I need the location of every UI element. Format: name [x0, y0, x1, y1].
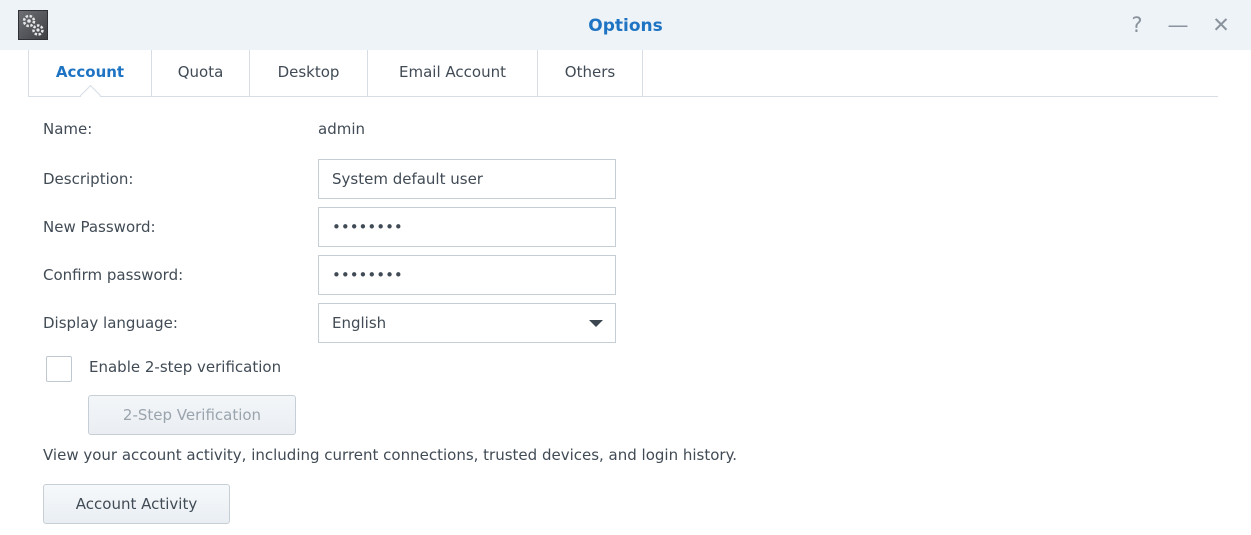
display-language-value: English	[332, 314, 387, 332]
description-label: Description:	[43, 170, 134, 188]
new-password-field[interactable]: ••••••••	[318, 207, 616, 247]
account-activity-button[interactable]: Account Activity	[43, 484, 230, 524]
display-language-select[interactable]: English	[318, 303, 616, 343]
tab-others[interactable]: Others	[538, 50, 643, 96]
tab-desktop[interactable]: Desktop	[250, 50, 368, 96]
chevron-down-icon	[589, 320, 603, 327]
confirm-password-label: Confirm password:	[43, 266, 184, 284]
minimize-icon[interactable]: —	[1165, 12, 1191, 38]
window-title: Options	[588, 16, 663, 36]
display-language-label: Display language:	[43, 314, 178, 332]
tab-email-account[interactable]: Email Account	[368, 50, 538, 96]
tab-divider	[28, 96, 1218, 97]
tab-quota[interactable]: Quota	[152, 50, 250, 96]
close-icon[interactable]: ✕	[1208, 12, 1234, 38]
account-activity-description: View your account activity, including cu…	[43, 446, 738, 464]
help-icon[interactable]: ?	[1124, 12, 1150, 38]
name-value: admin	[318, 120, 365, 138]
options-window: Options ? — ✕ Account Quota Desktop Emai…	[0, 0, 1251, 535]
two-step-label[interactable]: Enable 2-step verification	[89, 358, 281, 376]
name-label: Name:	[43, 120, 93, 138]
two-step-checkbox[interactable]	[46, 356, 72, 382]
two-step-verification-button[interactable]: 2-Step Verification	[88, 395, 296, 435]
description-field[interactable]: System default user	[318, 159, 616, 199]
tab-bar: Account Quota Desktop Email Account Othe…	[28, 50, 643, 96]
title-bar[interactable]: Options ? — ✕	[0, 0, 1251, 50]
confirm-password-field[interactable]: ••••••••	[318, 255, 616, 295]
new-password-label: New Password:	[43, 218, 156, 236]
